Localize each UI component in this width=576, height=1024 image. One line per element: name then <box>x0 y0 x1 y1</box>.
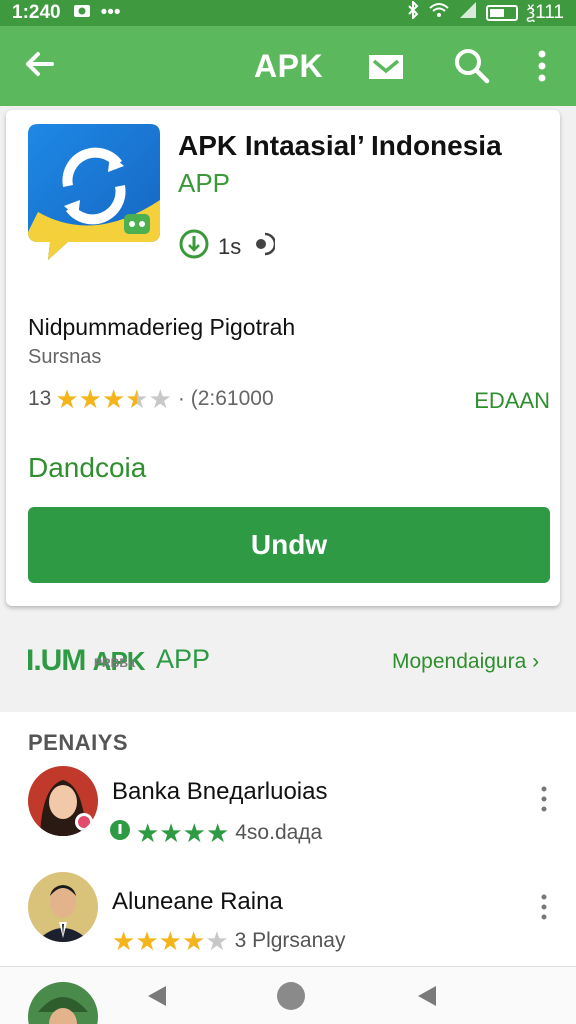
star-icon: ★ <box>135 926 159 956</box>
star-icon: ★ <box>112 926 136 956</box>
nav-back-icon[interactable] <box>144 983 170 1009</box>
promo-app-label: APP <box>156 644 211 674</box>
size-row: 1s <box>178 228 277 266</box>
star-icon: ★ <box>205 818 230 848</box>
review-meta-row: ★ ★ ★ ★ 4so.daда <box>108 818 322 848</box>
star-empty-icon: ★ <box>205 926 229 956</box>
content-rating-icon <box>249 230 277 264</box>
nav-recents-icon[interactable] <box>414 983 440 1009</box>
rating-value: 13 <box>28 387 52 410</box>
reviewer-name: Banka Bneдarluoias <box>112 778 328 805</box>
back-arrow-icon[interactable] <box>22 44 62 84</box>
app-detail-card: APK Intaasial’ Indonesia APP 1s Nidpumma… <box>6 110 560 606</box>
overflow-menu-icon[interactable] <box>530 46 554 86</box>
star-icon: ★ <box>158 926 182 956</box>
star-icon: ★ <box>182 818 206 848</box>
star-icon: ★ <box>101 384 126 414</box>
edaan-link[interactable]: EDAAN <box>474 388 550 414</box>
install-button[interactable]: Undw <box>28 507 550 583</box>
mail-icon[interactable] <box>366 50 406 84</box>
review-overflow-icon[interactable] <box>534 892 554 922</box>
promo-link[interactable]: Mopendaigura › <box>392 650 539 674</box>
star-icon: ★ <box>159 818 183 848</box>
promo-row[interactable]: I.UM APK PRBBit APP Mopendaigura › <box>0 616 576 712</box>
reviewer-name: Aluneane Raina <box>112 888 283 915</box>
status-time: 1:240 <box>12 2 61 23</box>
review-item[interactable]: Banka Bneдarluoias ★ ★ ★ ★ 4so.daда <box>0 764 576 864</box>
promo-logo-text: I.UM <box>26 644 86 677</box>
more-notifications-icon: ••• <box>100 2 121 23</box>
review-meta-row: ★ ★ ★ ★ ★ 3 Plgrsanay <box>108 928 345 954</box>
star-icon: ★ <box>125 384 149 414</box>
reviewer-avatar <box>28 872 98 942</box>
star-icon: ★ <box>78 384 102 414</box>
rating-stars: ★ ★ ★ ★ ★ <box>55 386 172 412</box>
bluetooth-icon <box>406 0 420 25</box>
verified-badge-icon <box>108 818 132 848</box>
review-overflow-icon[interactable] <box>534 784 554 814</box>
app-bar-title: APK <box>254 48 324 84</box>
search-icon[interactable] <box>452 46 492 86</box>
battery-icon <box>486 5 519 21</box>
status-bar: 1:240 ••• ѯ111 <box>0 0 576 26</box>
review-stars: ★ ★ ★ ★ <box>136 820 229 846</box>
reviews-heading: PENAIYS <box>28 730 129 755</box>
star-icon: ★ <box>136 818 160 848</box>
signal-icon <box>458 1 478 25</box>
reviewer-avatar <box>28 766 98 836</box>
app-type: APP <box>178 168 231 198</box>
nav-home-icon[interactable] <box>277 982 305 1010</box>
review-stars: ★ ★ ★ ★ ★ <box>112 928 229 954</box>
download-label: Dandcoia <box>28 452 147 483</box>
star-empty-icon: ★ <box>148 384 172 414</box>
status-right-text: ѯ111 <box>526 2 564 23</box>
app-size: 1s <box>218 234 242 259</box>
review-meta: 4so.daда <box>235 821 323 844</box>
app-bar: APK <box>0 26 576 106</box>
review-meta: 3 Plgrsanay <box>234 929 346 952</box>
camera-icon <box>73 2 91 24</box>
download-size-icon <box>178 228 210 266</box>
app-logo-icon <box>28 124 160 264</box>
app-description-title: Nidpummaderieg Pigotrah <box>28 314 296 340</box>
rating-count: · (2:61000 <box>177 387 274 410</box>
promo-logo-sub: PRBBit <box>94 656 136 670</box>
wifi-icon <box>428 1 450 25</box>
star-icon: ★ <box>181 926 206 956</box>
star-icon: ★ <box>55 384 79 414</box>
rating-row: 13 ★ ★ ★ ★ ★ · (2:61000 <box>28 386 274 412</box>
reviews-section: PENAIYS Banka Bneдarluoias ★ ★ ★ ★ 4so.d… <box>0 712 576 966</box>
review-item[interactable]: Aluneane Raina ★ ★ ★ ★ ★ 3 Plgrsanay <box>0 872 576 972</box>
app-name: APK Intaasial’ Indonesia <box>178 130 502 161</box>
app-description-subtitle: Sursnas <box>28 346 102 368</box>
